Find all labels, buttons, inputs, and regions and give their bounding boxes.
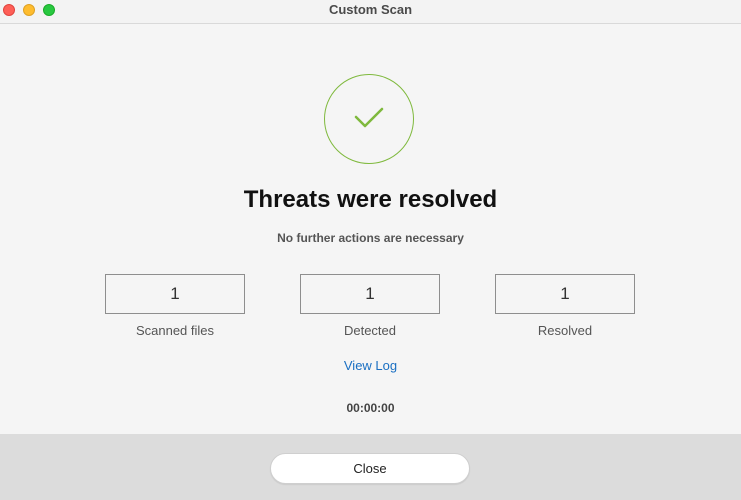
footer-bar: Close (0, 434, 741, 500)
success-status-indicator (324, 74, 414, 164)
result-heading: Threats were resolved (243, 186, 498, 213)
detected-count: 1 (300, 274, 440, 314)
title-bar: Custom Scan (0, 0, 741, 24)
view-log-link[interactable]: View Log (0, 358, 741, 374)
custom-scan-window: Custom Scan Threats were resolved No fur… (0, 0, 741, 500)
scanned-files-count: 1 (105, 274, 245, 314)
close-button[interactable]: Close (270, 453, 470, 484)
scanned-files-label: Scanned files (135, 323, 215, 338)
checkmark-icon (354, 107, 384, 128)
window-title: Custom Scan (328, 2, 413, 17)
result-subheading: No further actions are necessary (277, 231, 464, 245)
stat-detected: 1 Detected (300, 274, 440, 339)
stat-scanned-files: 1 Scanned files (105, 274, 245, 339)
resolved-count: 1 (495, 274, 635, 314)
resolved-label: Resolved (537, 323, 593, 338)
stat-resolved: 1 Resolved (495, 274, 635, 339)
detected-label: Detected (343, 323, 397, 338)
scan-result-panel: Threats were resolved No further actions… (0, 24, 741, 434)
scan-duration: 00:00:00 (346, 401, 395, 415)
